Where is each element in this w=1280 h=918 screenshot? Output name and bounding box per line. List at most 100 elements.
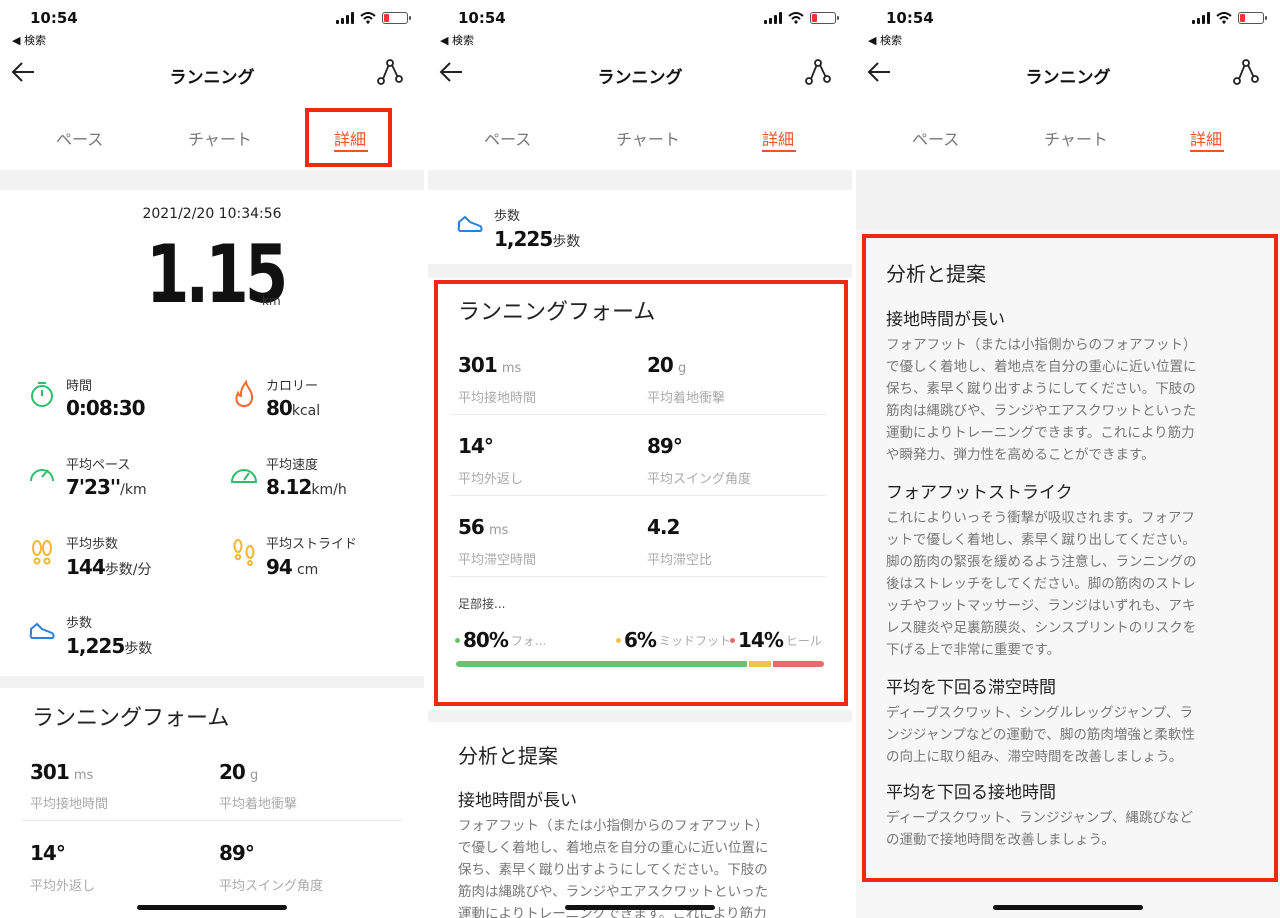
- running-form-title: ランニングフォーム: [458, 300, 656, 325]
- analysis-line: 下げる上で非常に重要です。: [886, 642, 1061, 658]
- avg-speed-row: 8.12km/h: [266, 475, 347, 499]
- calories-label: カロリー: [266, 379, 319, 394]
- footprints-icon: [32, 540, 52, 565]
- ground-contact-row: 301 ms: [458, 353, 521, 377]
- analysis-line: ットで優しく着地し、素早く蹴り出してください。: [886, 532, 1196, 548]
- status-back-link[interactable]: ◀ 検索: [440, 32, 474, 48]
- avg-cadence-unit: 歩数/分: [104, 562, 152, 578]
- status-back-link[interactable]: ◀ 検索: [868, 32, 902, 48]
- swing-value: 89°: [647, 434, 683, 458]
- status-icons: [764, 12, 839, 24]
- analysis-title: 分析と提案: [886, 262, 986, 286]
- heel-segment: [773, 661, 824, 667]
- steps-row: 1,225歩数: [66, 634, 152, 658]
- wifi-icon: [360, 12, 376, 24]
- section-divider: [428, 264, 852, 278]
- divider: [22, 820, 402, 821]
- speedometer-icon: [230, 469, 258, 483]
- ground-contact-unit: ms: [501, 361, 522, 376]
- tab-detail[interactable]: 詳細: [1190, 126, 1222, 150]
- ground-contact-value: 301: [30, 760, 70, 784]
- avg-pace-value: 7'23'': [66, 475, 121, 499]
- analysis-line: ッチやフットマッサージ、ランジはいずれも、アキ: [886, 598, 1196, 614]
- divider: [450, 495, 826, 496]
- flight-time-label: 平均滞空時間: [458, 553, 537, 568]
- shoe-icon: [457, 215, 483, 232]
- status-back-link[interactable]: ◀ 検索: [12, 32, 46, 48]
- heel-name: ヒール: [785, 633, 822, 648]
- avg-pace-label: 平均ペース: [66, 458, 131, 473]
- avg-speed-label: 平均速度: [266, 458, 319, 473]
- calories-row: 80kcal: [266, 396, 320, 420]
- route-share-icon[interactable]: [804, 58, 832, 86]
- avg-cadence-label: 平均歩数: [66, 537, 119, 552]
- ground-contact-row: 301 ms: [30, 760, 93, 784]
- tab-pace[interactable]: ペース: [912, 126, 959, 150]
- analysis-heading: 平均を下回る接地時間: [886, 783, 1056, 803]
- section-divider: [0, 170, 424, 190]
- swing-label: 平均スイング角度: [219, 879, 324, 894]
- analysis-line: これによりいっそう衝撃が吸収されます。フォアフ: [886, 510, 1195, 526]
- steps-unit: 歩数: [552, 234, 581, 250]
- screen-running-form: 10:54 ◀ 検索 ランニング ペース チャート 詳細 歩数 1,225歩数 …: [428, 0, 852, 918]
- tab-chart[interactable]: チャート: [616, 126, 680, 150]
- route-share-icon[interactable]: [376, 58, 404, 86]
- tab-pace[interactable]: ペース: [56, 126, 103, 150]
- analysis-line: 筋肉は縄跳びや、ランジやエアスクワットといった: [458, 884, 769, 900]
- foot-strike-bar: [456, 661, 824, 667]
- tab-chart[interactable]: チャート: [188, 126, 252, 150]
- tab-detail-underline: [762, 150, 796, 152]
- battery-icon: [1238, 12, 1267, 24]
- avg-cadence-row: 144歩数/分: [66, 555, 151, 579]
- tab-bar: ペース チャート 詳細: [856, 122, 1280, 158]
- avg-stride-unit: cm: [296, 562, 319, 578]
- home-indicator: [137, 905, 287, 910]
- steps-label: 歩数: [66, 616, 93, 631]
- avg-stride-row: 94 cm: [266, 555, 318, 579]
- ground-contact-value: 301: [458, 353, 498, 377]
- impact-unit: g: [249, 768, 259, 783]
- analysis-line: や瞬発力、弾力性を高めることができます。: [886, 447, 1155, 463]
- analysis-line: の向上に取り組み、滞空時間を改善しましょう。: [886, 749, 1183, 765]
- tab-bar: ペース チャート 詳細: [428, 122, 852, 158]
- impact-label: 平均着地衝撃: [219, 797, 298, 812]
- section-divider: [856, 170, 1280, 230]
- midfoot-pct: 6%: [624, 628, 657, 652]
- analysis-line: 筋肉は縄跳びや、ランジやエアスクワットといった: [886, 403, 1197, 419]
- avg-stride-value: 94: [266, 555, 293, 579]
- avg-cadence-value: 144: [66, 555, 106, 579]
- analysis-heading: 平均を下回る滞空時間: [886, 678, 1056, 698]
- analysis-heading: フォアフットストライク: [886, 483, 1073, 503]
- tab-chart[interactable]: チャート: [1044, 126, 1108, 150]
- time-value: 0:08:30: [66, 396, 146, 420]
- tab-pace[interactable]: ペース: [484, 126, 531, 150]
- signal-icon: [1192, 12, 1210, 24]
- analysis-line: フォアフット（または小指側からのフォアフット）: [886, 337, 1197, 353]
- heel-dot: [730, 637, 735, 643]
- avg-pace-row: 7'23''/km: [66, 475, 147, 499]
- page-title: ランニング: [169, 68, 255, 88]
- home-indicator: [993, 905, 1143, 910]
- analysis-title: 分析と提案: [458, 744, 558, 768]
- analysis-line: 保ち、素早く蹴り出すようにしてください。下肢の: [886, 381, 1196, 397]
- heel-legend: 14% ヒール: [730, 628, 822, 652]
- screen-summary: 10:54 ◀ 検索 ランニング ペース チャート 詳細 2021/2/20 1…: [0, 0, 424, 918]
- route-share-icon[interactable]: [1232, 58, 1260, 86]
- analysis-body: フォアフット（または小指側からのフォアフット） で優しく着地し、着地点を自分の重…: [886, 334, 1270, 466]
- analysis-body: フォアフット（または小指側からのフォアフット） で優しく着地し、着地点を自分の重…: [458, 815, 838, 918]
- avg-speed-value: 8.12: [266, 475, 312, 499]
- running-form-title: ランニングフォーム: [32, 706, 230, 731]
- analysis-line: ンジジャンプなどの運動で、脚の筋肉増強と柔軟性: [886, 727, 1195, 743]
- midfoot-legend: 6% ミッドフット: [616, 628, 731, 652]
- tab-detail[interactable]: 詳細: [762, 126, 794, 150]
- run-datetime: 2021/2/20 10:34:56: [142, 206, 282, 222]
- pace-gauge-icon: [30, 469, 54, 482]
- signal-icon: [764, 12, 782, 24]
- analysis-line: 運動によりトレーニングできます。これにより筋力: [886, 425, 1195, 441]
- divider: [450, 576, 826, 577]
- tab-detail-underline: [1190, 150, 1224, 152]
- page-title: ランニング: [597, 68, 683, 88]
- flight-time-unit: ms: [488, 523, 509, 538]
- forefoot-segment: [456, 661, 748, 667]
- analysis-line: ディープスクワット、シングルレッグジャンプ、ラ: [886, 705, 1193, 721]
